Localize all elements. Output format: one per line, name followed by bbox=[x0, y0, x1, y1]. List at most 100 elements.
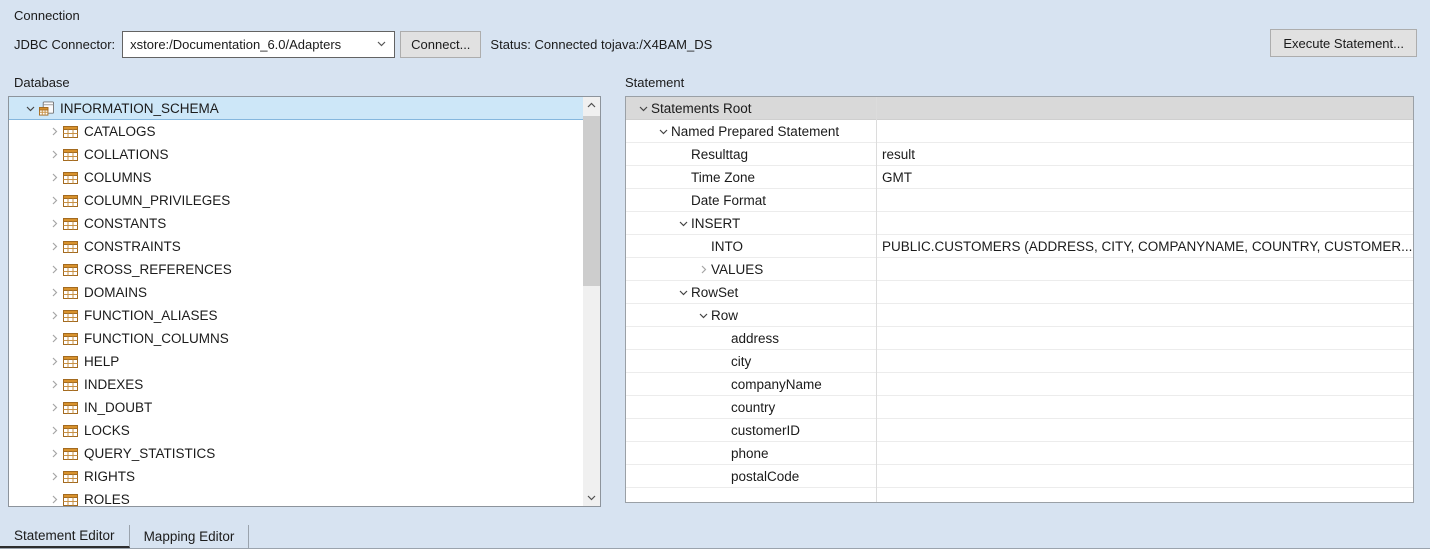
scrollbar-thumb[interactable] bbox=[583, 116, 600, 286]
statement-panel-label: Statement bbox=[625, 75, 684, 90]
tree-item-table[interactable]: DOMAINS bbox=[9, 281, 583, 304]
statement-row-label-cell[interactable]: address bbox=[626, 327, 876, 349]
chevron-right-icon[interactable] bbox=[695, 264, 711, 275]
statement-row-label-cell[interactable]: INSERT bbox=[626, 212, 876, 234]
statement-row-label-cell[interactable]: Time Zone bbox=[626, 166, 876, 188]
chevron-right-icon[interactable] bbox=[45, 172, 63, 183]
tree-item-information-schema[interactable]: INFORMATION_SCHEMA bbox=[9, 97, 583, 120]
tree-item-table[interactable]: IN_DOUBT bbox=[9, 396, 583, 419]
execute-statement-button[interactable]: Execute Statement... bbox=[1270, 29, 1417, 57]
tree-item-table[interactable]: ROLES bbox=[9, 488, 583, 506]
tree-item-table[interactable]: CONSTANTS bbox=[9, 212, 583, 235]
chevron-right-icon[interactable] bbox=[45, 264, 63, 275]
tab-mapping-editor[interactable]: Mapping Editor bbox=[130, 525, 250, 548]
statement-row-value[interactable] bbox=[876, 281, 1413, 303]
vertical-scrollbar[interactable] bbox=[583, 97, 600, 506]
statement-row-value[interactable] bbox=[876, 120, 1413, 142]
tree-item-table[interactable]: FUNCTION_COLUMNS bbox=[9, 327, 583, 350]
chevron-right-icon[interactable] bbox=[45, 356, 63, 367]
statement-row-value[interactable]: result bbox=[876, 143, 1413, 165]
connect-button[interactable]: Connect... bbox=[400, 31, 481, 58]
statement-row-label-cell[interactable]: companyName bbox=[626, 373, 876, 395]
tree-item-table[interactable]: HELP bbox=[9, 350, 583, 373]
chevron-right-icon[interactable] bbox=[45, 149, 63, 160]
tree-item-table[interactable]: COLUMNS bbox=[9, 166, 583, 189]
chevron-right-icon[interactable] bbox=[45, 195, 63, 206]
jdbc-statement-editor-window: { "connection": { "group_label": "Connec… bbox=[0, 0, 1430, 549]
tree-item-label: DOMAINS bbox=[84, 285, 147, 300]
chevron-right-icon[interactable] bbox=[45, 310, 63, 321]
tree-item-table[interactable]: RIGHTS bbox=[9, 465, 583, 488]
tree-item-label: CROSS_REFERENCES bbox=[84, 262, 232, 277]
chevron-down-icon[interactable] bbox=[655, 126, 671, 137]
chevron-right-icon[interactable] bbox=[45, 425, 63, 436]
tree-item-label: CONSTRAINTS bbox=[84, 239, 181, 254]
statement-row-value[interactable]: PUBLIC.CUSTOMERS (ADDRESS, CITY, COMPANY… bbox=[876, 235, 1413, 257]
chevron-right-icon[interactable] bbox=[45, 218, 63, 229]
chevron-down-icon[interactable] bbox=[21, 103, 39, 114]
chevron-right-icon[interactable] bbox=[45, 494, 63, 505]
statement-row-label: RowSet bbox=[691, 285, 738, 300]
chevron-down-icon[interactable] bbox=[675, 218, 691, 229]
statement-row-label-cell[interactable]: Statements Root bbox=[626, 97, 876, 119]
statement-row-value[interactable] bbox=[876, 465, 1413, 487]
chevron-down-icon[interactable] bbox=[695, 310, 711, 321]
statement-row-label-cell[interactable]: country bbox=[626, 396, 876, 418]
tree-item-label: INFORMATION_SCHEMA bbox=[60, 101, 219, 116]
jdbc-connector-select[interactable]: xstore:/Documentation_6.0/Adapters bbox=[122, 31, 395, 58]
statement-row-value[interactable] bbox=[876, 189, 1413, 211]
scroll-down-icon[interactable] bbox=[583, 489, 600, 506]
statement-row-value[interactable] bbox=[876, 304, 1413, 326]
tree-item-label: QUERY_STATISTICS bbox=[84, 446, 215, 461]
tree-item-table[interactable]: CATALOGS bbox=[9, 120, 583, 143]
statement-row-label-cell[interactable]: phone bbox=[626, 442, 876, 464]
statement-row-value[interactable] bbox=[876, 442, 1413, 464]
tree-item-table[interactable]: COLLATIONS bbox=[9, 143, 583, 166]
statement-row-label: country bbox=[731, 400, 775, 415]
statement-row-label-cell[interactable]: Date Format bbox=[626, 189, 876, 211]
statement-row-value[interactable] bbox=[876, 350, 1413, 372]
statement-row-label-cell[interactable]: customerID bbox=[626, 419, 876, 441]
statement-row-value[interactable]: GMT bbox=[876, 166, 1413, 188]
statement-row-value[interactable] bbox=[876, 373, 1413, 395]
statement-row-value[interactable] bbox=[876, 396, 1413, 418]
statement-row-label-cell[interactable]: VALUES bbox=[626, 258, 876, 280]
table-icon bbox=[63, 448, 78, 460]
tab-statement-editor[interactable]: Statement Editor bbox=[0, 525, 130, 548]
tree-item-table[interactable]: CONSTRAINTS bbox=[9, 235, 583, 258]
tree-item-table[interactable]: INDEXES bbox=[9, 373, 583, 396]
statement-row-label-cell[interactable]: INTO bbox=[626, 235, 876, 257]
chevron-right-icon[interactable] bbox=[45, 471, 63, 482]
statement-row-value[interactable] bbox=[876, 419, 1413, 441]
tree-item-table[interactable]: FUNCTION_ALIASES bbox=[9, 304, 583, 327]
tree-item-table[interactable]: CROSS_REFERENCES bbox=[9, 258, 583, 281]
statement-row: customerID bbox=[626, 419, 1413, 442]
chevron-right-icon[interactable] bbox=[45, 287, 63, 298]
tree-item-table[interactable]: LOCKS bbox=[9, 419, 583, 442]
chevron-down-icon[interactable] bbox=[675, 287, 691, 298]
statement-row-value[interactable] bbox=[876, 212, 1413, 234]
statement-row-label: phone bbox=[731, 446, 769, 461]
statement-row-label: city bbox=[731, 354, 751, 369]
statement-row-label-cell[interactable]: Resulttag bbox=[626, 143, 876, 165]
tree-item-table[interactable]: COLUMN_PRIVILEGES bbox=[9, 189, 583, 212]
chevron-right-icon[interactable] bbox=[45, 402, 63, 413]
chevron-down-icon[interactable] bbox=[635, 103, 651, 114]
chevron-right-icon[interactable] bbox=[45, 379, 63, 390]
statement-row-label-cell[interactable]: RowSet bbox=[626, 281, 876, 303]
statement-row-value[interactable] bbox=[876, 258, 1413, 280]
chevron-right-icon[interactable] bbox=[45, 448, 63, 459]
chevron-right-icon[interactable] bbox=[45, 333, 63, 344]
statement-row-label-cell[interactable]: Named Prepared Statement bbox=[626, 120, 876, 142]
chevron-right-icon[interactable] bbox=[45, 241, 63, 252]
chevron-right-icon[interactable] bbox=[45, 126, 63, 137]
table-icon bbox=[63, 218, 78, 230]
statement-row-value[interactable] bbox=[876, 97, 1413, 119]
column-divider[interactable] bbox=[876, 97, 877, 502]
statement-row-value[interactable] bbox=[876, 327, 1413, 349]
statement-row-label-cell[interactable]: postalCode bbox=[626, 465, 876, 487]
statement-row-label-cell[interactable]: city bbox=[626, 350, 876, 372]
tree-item-table[interactable]: QUERY_STATISTICS bbox=[9, 442, 583, 465]
scroll-up-icon[interactable] bbox=[583, 97, 600, 114]
statement-row-label-cell[interactable]: Row bbox=[626, 304, 876, 326]
